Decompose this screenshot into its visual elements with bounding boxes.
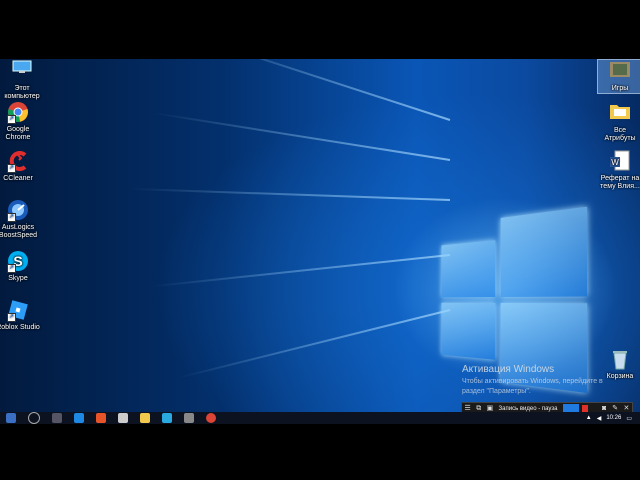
recycle-bin-icon <box>609 348 631 370</box>
roblox-studio-icon: ↗ <box>7 299 29 322</box>
monitor-icon <box>11 60 33 82</box>
shortcut-arrow-icon: ↗ <box>7 164 16 173</box>
desktop-icon-report-doc[interactable]: W Реферат на тему Влия... <box>598 150 640 191</box>
boostspeed-icon: ↗ <box>7 199 29 222</box>
skype-icon: S ↗ <box>7 250 29 273</box>
logo-pane-top-right <box>500 206 588 298</box>
taskbar-clock[interactable]: 10:26 <box>606 415 621 421</box>
logo-pane-top-left <box>441 240 496 298</box>
shortcut-arrow-icon: ↗ <box>7 115 16 124</box>
desktop-icon-google-chrome[interactable]: ↗ Google Chrome <box>0 101 40 142</box>
desktop-icon-this-pc[interactable]: Этот компьютер <box>0 60 44 101</box>
desktop-icon-label: Этот компьютер <box>4 85 40 100</box>
svg-text:W: W <box>611 158 619 167</box>
desktop-icon-label: Skype <box>8 275 28 282</box>
skype-taskbar-icon[interactable] <box>162 413 172 423</box>
taskbar <box>0 412 640 424</box>
chrome-taskbar-icon[interactable] <box>206 413 216 423</box>
file-explorer-icon[interactable] <box>140 413 150 423</box>
desktop-icon-label: Roblox Studio <box>0 324 40 331</box>
desktop-wallpaper <box>0 59 640 412</box>
stop-record-button[interactable] <box>582 405 589 412</box>
steam-icon[interactable] <box>184 413 194 423</box>
desktop-icon-label: Реферат на тему Влия... <box>600 175 640 190</box>
shortcut-arrow-icon: ↗ <box>7 264 16 273</box>
light-beam <box>130 187 451 201</box>
light-beam <box>151 254 451 288</box>
opera-icon[interactable] <box>96 413 106 423</box>
activation-watermark-title: Активация Windows <box>462 364 555 375</box>
desktop-icon-label: Игры <box>611 85 629 92</box>
desktop-icon-ccleaner[interactable]: ↗ CCleaner <box>0 150 40 183</box>
light-beam <box>202 59 451 121</box>
volume-icon[interactable]: ◀ <box>597 415 602 422</box>
ccleaner-icon: ↗ <box>7 150 29 173</box>
word-document-icon: W <box>609 150 631 172</box>
store-icon[interactable] <box>118 413 128 423</box>
logo-pane-bottom-left <box>441 302 496 360</box>
desktop-icon-skype[interactable]: S ↗ Skype <box>0 250 40 283</box>
edge-icon[interactable] <box>74 413 84 423</box>
notifications-icon[interactable]: ▭ <box>626 415 632 422</box>
chrome-icon: ↗ <box>7 101 29 124</box>
system-tray: ▲ ◀ 10:26 ▭ <box>586 412 632 424</box>
activation-watermark-subtitle: Чтобы активировать Windows, перейдите в … <box>462 378 603 395</box>
desktop-icon-auslogics-boostspeed[interactable]: ↗ AusLogics BoostSpeed <box>0 199 40 240</box>
task-view-icon[interactable] <box>52 413 62 423</box>
desktop-icon-label: AusLogics BoostSpeed <box>0 224 38 239</box>
shortcut-arrow-icon: ↗ <box>7 313 16 322</box>
games-folder-icon <box>609 60 631 82</box>
network-icon[interactable]: ▲ <box>586 415 592 421</box>
desktop-icon-label: Google Chrome <box>5 126 31 141</box>
search-icon[interactable] <box>28 412 40 424</box>
light-beam <box>153 112 451 161</box>
desktop-icon-label: Все Атрибуты <box>604 127 636 142</box>
desktop-icon-roblox-studio[interactable]: ↗ Roblox Studio <box>0 299 40 332</box>
start-button[interactable] <box>6 413 16 423</box>
desktop-icon-all-attributes[interactable]: Все Атрибуты <box>598 102 640 143</box>
folder-icon <box>609 102 631 124</box>
shortcut-arrow-icon: ↗ <box>7 213 16 222</box>
light-beam <box>178 309 451 379</box>
desktop-icon-games[interactable]: Игры <box>597 59 640 94</box>
desktop-icon-label: CCleaner <box>3 175 33 182</box>
recorder-status: Запись видео - пауза <box>498 405 558 412</box>
